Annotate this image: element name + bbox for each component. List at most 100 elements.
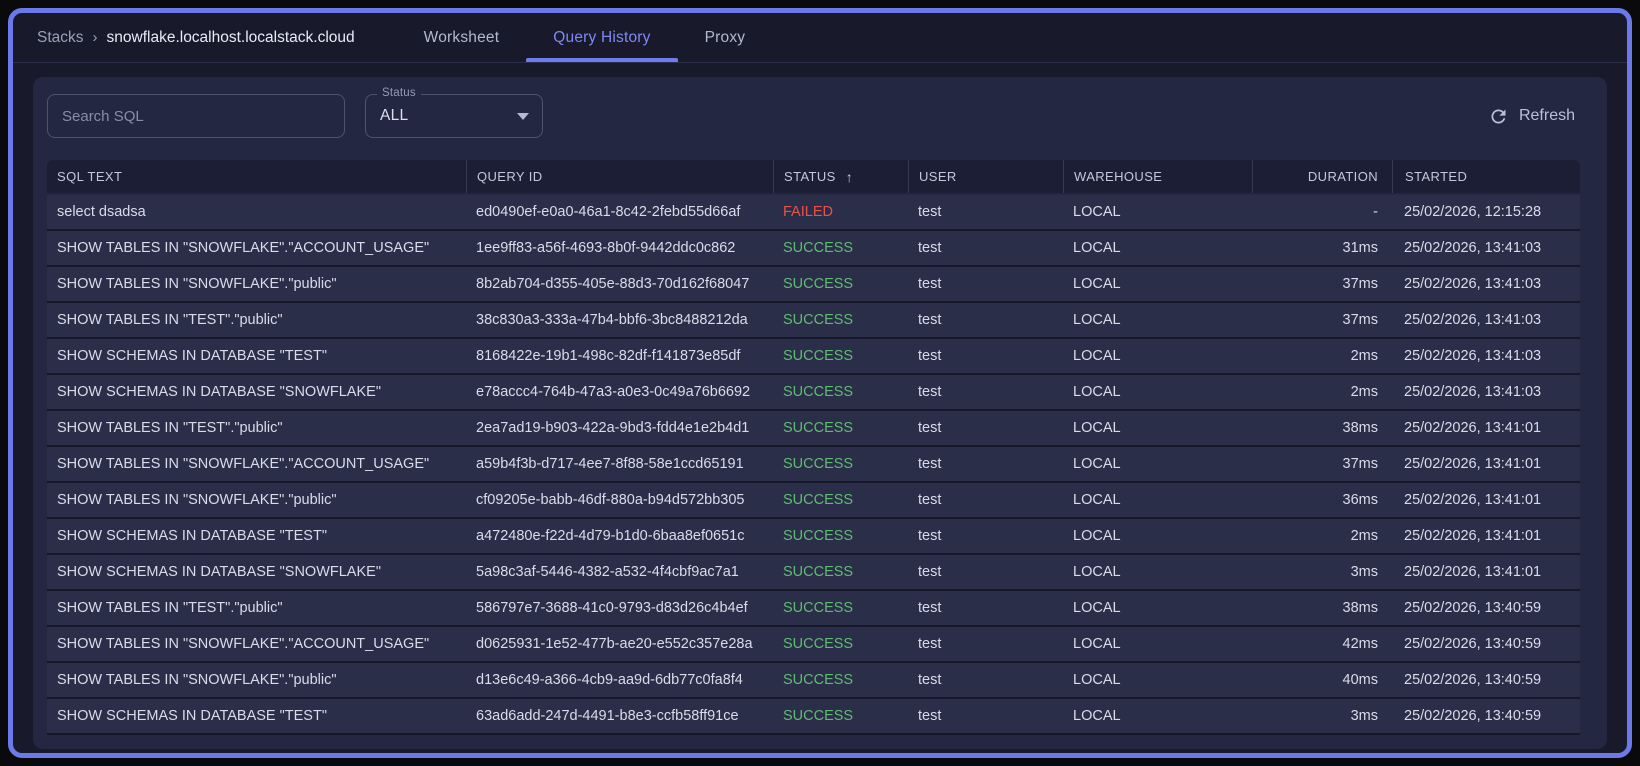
table-row[interactable]: SHOW SCHEMAS IN DATABASE "TEST" 63ad6add-… bbox=[47, 699, 1580, 735]
cell-query-id: 38c830a3-333a-47b4-bbf6-3bc8488212da bbox=[476, 312, 748, 328]
refresh-button[interactable]: Refresh bbox=[1480, 100, 1583, 133]
cell-started: 25/02/2026, 13:40:59 bbox=[1404, 672, 1542, 688]
table-row[interactable]: SHOW TABLES IN "SNOWFLAKE"."public" 8b2ab… bbox=[47, 267, 1580, 303]
tab-worksheet[interactable]: Worksheet bbox=[397, 13, 527, 62]
column-header-label: QUERY ID bbox=[477, 169, 543, 184]
cell-warehouse: LOCAL bbox=[1073, 672, 1121, 688]
cell-sql: SHOW TABLES IN "SNOWFLAKE"."public" bbox=[57, 276, 337, 292]
cell-status: SUCCESS bbox=[783, 708, 854, 724]
cell-started: 25/02/2026, 13:41:03 bbox=[1404, 348, 1542, 364]
column-header-label: WAREHOUSE bbox=[1074, 169, 1163, 184]
cell-started: 25/02/2026, 13:41:01 bbox=[1404, 492, 1542, 508]
status-filter-select[interactable]: Status ALL bbox=[365, 87, 543, 138]
cell-warehouse: LOCAL bbox=[1073, 528, 1121, 544]
column-header-query-id[interactable]: QUERY ID bbox=[466, 160, 773, 193]
table-row[interactable]: SHOW TABLES IN "TEST"."public" 586797e7-3… bbox=[47, 591, 1580, 627]
cell-status: FAILED bbox=[783, 204, 833, 220]
breadcrumb-stack-name: snowflake.localhost.localstack.cloud bbox=[106, 28, 355, 46]
cell-started: 25/02/2026, 13:41:03 bbox=[1404, 312, 1542, 328]
cell-user: test bbox=[918, 240, 942, 256]
arrow-up-icon: ↑ bbox=[845, 168, 854, 185]
cell-duration: 42ms bbox=[1342, 636, 1378, 652]
table-row[interactable]: SHOW SCHEMAS IN DATABASE "SNOWFLAKE" 5a98… bbox=[47, 555, 1580, 591]
column-header-started[interactable]: STARTED bbox=[1392, 160, 1580, 193]
cell-query-id: cf09205e-babb-46df-880a-b94d572bb305 bbox=[476, 492, 745, 508]
status-filter-value: ALL bbox=[380, 107, 409, 124]
table-row[interactable]: select dsadsa ed0490ef-e0a0-46a1-8c42-2fe… bbox=[47, 195, 1580, 231]
table-body: select dsadsa ed0490ef-e0a0-46a1-8c42-2fe… bbox=[47, 195, 1580, 735]
cell-sql: SHOW SCHEMAS IN DATABASE "TEST" bbox=[57, 708, 327, 724]
column-header-warehouse[interactable]: WAREHOUSE bbox=[1063, 160, 1252, 193]
tab-query-history[interactable]: Query History bbox=[526, 13, 678, 62]
column-header-status[interactable]: STATUS ↑ bbox=[773, 160, 908, 193]
chevron-down-icon bbox=[517, 113, 529, 120]
cell-duration: 37ms bbox=[1342, 276, 1378, 292]
table-row[interactable]: SHOW SCHEMAS IN DATABASE "TEST" a472480e-… bbox=[47, 519, 1580, 555]
cell-user: test bbox=[918, 420, 942, 436]
cell-query-id: d0625931-1e52-477b-ae20-e552c357e28a bbox=[476, 636, 753, 652]
cell-user: test bbox=[918, 276, 942, 292]
table-row[interactable]: SHOW TABLES IN "TEST"."public" 38c830a3-3… bbox=[47, 303, 1580, 339]
cell-user: test bbox=[918, 492, 942, 508]
app-window: Stacks › snowflake.localhost.localstack.… bbox=[8, 8, 1632, 758]
cell-started: 25/02/2026, 13:40:59 bbox=[1404, 708, 1542, 724]
cell-status: SUCCESS bbox=[783, 420, 854, 436]
cell-status: SUCCESS bbox=[783, 384, 854, 400]
cell-warehouse: LOCAL bbox=[1073, 600, 1121, 616]
table-row[interactable]: SHOW TABLES IN "SNOWFLAKE"."ACCOUNT_USAG… bbox=[47, 627, 1580, 663]
cell-duration: 37ms bbox=[1342, 456, 1378, 472]
column-header-label: STATUS bbox=[784, 169, 836, 184]
cell-user: test bbox=[918, 708, 942, 724]
cell-user: test bbox=[918, 384, 942, 400]
table-row[interactable]: SHOW SCHEMAS IN DATABASE "SNOWFLAKE" e78a… bbox=[47, 375, 1580, 411]
breadcrumb: Stacks › snowflake.localhost.localstack.… bbox=[37, 29, 355, 47]
cell-duration: 37ms bbox=[1342, 312, 1378, 328]
cell-sql: SHOW TABLES IN "SNOWFLAKE"."ACCOUNT_USAG… bbox=[57, 636, 430, 652]
cell-user: test bbox=[918, 636, 942, 652]
column-header-user[interactable]: USER bbox=[908, 160, 1063, 193]
cell-status: SUCCESS bbox=[783, 312, 854, 328]
cell-started: 25/02/2026, 13:41:03 bbox=[1404, 276, 1542, 292]
query-history-panel: Status ALL Refresh SQL TEXT QUERY ID STATU… bbox=[33, 77, 1607, 749]
top-navigation: Stacks › snowflake.localhost.localstack.… bbox=[13, 13, 1627, 63]
cell-query-id: 8b2ab704-d355-405e-88d3-70d162f68047 bbox=[476, 276, 750, 292]
query-history-table: SQL TEXT QUERY ID STATUS ↑ USER WAREHOUSE DURA… bbox=[47, 160, 1580, 735]
column-header-duration[interactable]: DURATION bbox=[1252, 160, 1392, 193]
table-row[interactable]: SHOW TABLES IN "TEST"."public" 2ea7ad19-b… bbox=[47, 411, 1580, 447]
column-header-label: STARTED bbox=[1405, 169, 1468, 184]
cell-warehouse: LOCAL bbox=[1073, 276, 1121, 292]
cell-status: SUCCESS bbox=[783, 672, 854, 688]
cell-duration: 38ms bbox=[1342, 600, 1378, 616]
cell-warehouse: LOCAL bbox=[1073, 636, 1121, 652]
cell-duration: 36ms bbox=[1342, 492, 1378, 508]
cell-duration: 2ms bbox=[1350, 348, 1378, 364]
cell-warehouse: LOCAL bbox=[1073, 708, 1121, 724]
column-header-sql-text[interactable]: SQL TEXT bbox=[47, 160, 466, 193]
cell-query-id: d13e6c49-a366-4cb9-aa9d-6db77c0fa8f4 bbox=[476, 672, 743, 688]
table-row[interactable]: SHOW TABLES IN "SNOWFLAKE"."public" d13e6… bbox=[47, 663, 1580, 699]
table-row[interactable]: SHOW TABLES IN "SNOWFLAKE"."ACCOUNT_USAG… bbox=[47, 231, 1580, 267]
cell-status: SUCCESS bbox=[783, 564, 854, 580]
table-header: SQL TEXT QUERY ID STATUS ↑ USER WAREHOUSE DURA… bbox=[47, 160, 1580, 193]
table-row[interactable]: SHOW TABLES IN "SNOWFLAKE"."ACCOUNT_USAG… bbox=[47, 447, 1580, 483]
tab-proxy[interactable]: Proxy bbox=[678, 13, 773, 62]
cell-duration: 31ms bbox=[1342, 240, 1378, 256]
cell-query-id: ed0490ef-e0a0-46a1-8c42-2febd55d66af bbox=[476, 204, 741, 220]
cell-query-id: 63ad6add-247d-4491-b8e3-ccfb58ff91ce bbox=[476, 708, 739, 724]
cell-warehouse: LOCAL bbox=[1073, 564, 1121, 580]
cell-started: 25/02/2026, 13:41:01 bbox=[1404, 456, 1542, 472]
cell-duration: 3ms bbox=[1350, 708, 1378, 724]
cell-duration: 2ms bbox=[1350, 384, 1378, 400]
cell-sql: SHOW TABLES IN "TEST"."public" bbox=[57, 420, 283, 436]
cell-status: SUCCESS bbox=[783, 600, 854, 616]
table-row[interactable]: SHOW SCHEMAS IN DATABASE "TEST" 8168422e-… bbox=[47, 339, 1580, 375]
cell-user: test bbox=[918, 348, 942, 364]
breadcrumb-stacks-link[interactable]: Stacks bbox=[37, 29, 84, 47]
search-sql-input[interactable] bbox=[47, 94, 345, 138]
cell-sql: SHOW TABLES IN "SNOWFLAKE"."ACCOUNT_USAG… bbox=[57, 240, 430, 256]
cell-status: SUCCESS bbox=[783, 636, 854, 652]
table-row[interactable]: SHOW TABLES IN "SNOWFLAKE"."public" cf092… bbox=[47, 483, 1580, 519]
cell-sql: SHOW SCHEMAS IN DATABASE "SNOWFLAKE" bbox=[57, 564, 381, 580]
cell-user: test bbox=[918, 528, 942, 544]
cell-started: 25/02/2026, 13:40:59 bbox=[1404, 636, 1542, 652]
